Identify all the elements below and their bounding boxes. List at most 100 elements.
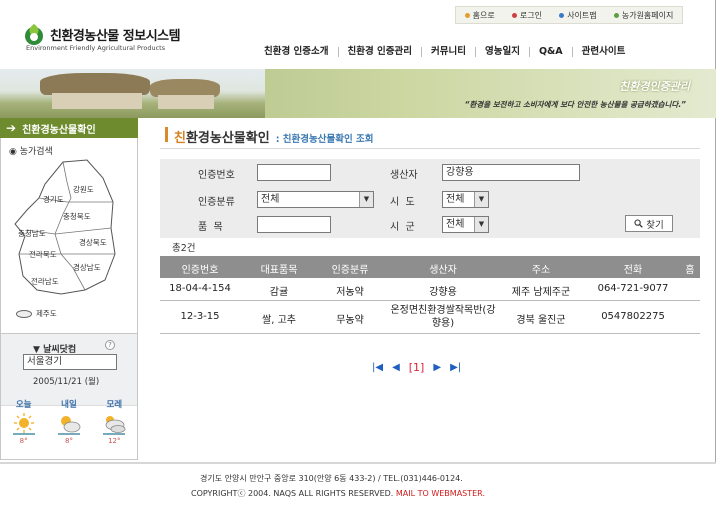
weather-location-select[interactable]: 서울경기 [23, 354, 117, 370]
cell-cert-no: 12-3-15 [180, 311, 220, 322]
weather-date: 2005/11/21 (월) [33, 377, 100, 387]
table-row[interactable]: 18-04-4-154 감귤 저농약 강향용 제주 남제주군 064-721-9… [160, 278, 700, 301]
banner-village-image [0, 69, 265, 118]
col-home: 홈 [685, 265, 695, 276]
cert-type-label: 인증분류 [198, 197, 235, 208]
region-jeonnam[interactable]: 전라남도 [31, 276, 59, 287]
sitemap-link[interactable]: 사이트맵 [559, 10, 597, 21]
weather-widget: ▼ 날씨닷컴 ? 서울경기 2005/11/21 (월) 오늘 8° 내일 8°… [0, 334, 138, 460]
help-icon[interactable]: ? [105, 340, 115, 350]
col-item: 대표품목 [260, 265, 298, 276]
find-button[interactable]: 찾기 [625, 215, 673, 232]
col-type: 인증분류 [331, 265, 369, 276]
region-jeju[interactable]: 제주도 [16, 308, 57, 319]
sidebar-heading: ➔ 친환경농산물확인 [0, 118, 138, 138]
forecast-day-after: 모레 12° [94, 398, 134, 445]
bullet-icon [511, 12, 517, 18]
banner-heading: 친환경인증관리 [619, 80, 690, 93]
chevron-down-icon: ▼ [474, 192, 488, 207]
site-subtitle: Environment Friendly Agricultural Produc… [26, 44, 166, 52]
chevron-down-icon: ▼ [474, 217, 488, 232]
nav-item-related[interactable]: 관련사이트 [571, 47, 635, 57]
arrow-right-icon: ➔ [6, 121, 17, 135]
item-input[interactable] [257, 216, 331, 233]
col-producer: 생산자 [429, 265, 457, 276]
cell-address: 경북 울진군 [516, 315, 566, 326]
nav-item-intro[interactable]: 친환경 인증소개 [255, 47, 338, 57]
bullet-icon [559, 12, 565, 18]
cell-cert-no: 18-04-4-154 [169, 283, 231, 294]
next-page-icon[interactable]: ▶ [433, 362, 441, 373]
map-search-label: ◉ 농가검색 [9, 147, 53, 157]
page-title: 친환경농산물확인 : 친환경농산물확인 조회 [174, 131, 374, 146]
site-logo[interactable]: 친환경농산물 정보시스템 [24, 22, 181, 46]
page-subtitle: : 친환경농산물확인 조회 [275, 134, 374, 145]
sun-cloud-icon [57, 416, 81, 435]
prev-page-icon[interactable]: ◀ [392, 362, 400, 373]
search-form: 인증번호 생산자 강향용 인증분류 전체 ▼ 시 도 전체 ▼ 품 목 시 군 … [160, 159, 700, 238]
pagination: |◀ ◀ [1] ▶ ▶| [372, 361, 461, 374]
sigun-select[interactable]: 전체 ▼ [442, 216, 489, 233]
region-gyeongbuk[interactable]: 경상북도 [79, 237, 107, 248]
cell-producer: 온정면친환경쌀작목반(강 향용) [390, 305, 496, 329]
site-title: 친환경농산물 정보시스템 [50, 28, 181, 44]
result-count: 총2건 [172, 243, 196, 254]
region-gyeonggi[interactable]: 경기도 [43, 194, 64, 205]
utility-bar: 홈으로 로그인 사이트맵 농가원홈페이지 [455, 6, 683, 24]
producer-label: 생산자 [390, 170, 418, 181]
cell-item: 감귤 [269, 287, 289, 298]
nav-item-community[interactable]: 커뮤니티 [421, 47, 475, 57]
first-page-icon[interactable]: |◀ [372, 362, 383, 373]
table-row[interactable]: 12-3-15 쌀, 고추 무농약 온정면친환경쌀작목반(강 향용) 경북 울진… [160, 302, 700, 334]
results-table-header: 인증번호 대표품목 인증분류 생산자 주소 전화 홈 [160, 256, 700, 278]
chevron-down-icon: ▼ [359, 192, 373, 207]
item-label: 품 목 [198, 222, 223, 233]
col-cert-no: 인증번호 [181, 265, 219, 276]
search-icon [634, 219, 644, 228]
region-map: ◉ 농가검색 강원도 경기도 충청북도 충청남도 경상북도 전라북도 경상남도 … [0, 138, 138, 334]
nav-item-diary[interactable]: 영농일지 [474, 47, 529, 57]
producer-input[interactable]: 강향용 [442, 164, 580, 181]
footer-copyright: COPYRIGHTⓒ 2004. NAQS ALL RIGHTS RESERVE… [191, 489, 485, 498]
bullet-icon [613, 12, 619, 18]
leaf-logo-icon [25, 24, 43, 45]
cell-item: 쌀, 고추 [262, 315, 296, 326]
sigun-label: 시 군 [390, 222, 415, 233]
banner-quote: “환경을 보전하고 소비자에게 보다 안전한 농산물을 공급하겠습니다.” [464, 100, 686, 109]
last-page-icon[interactable]: ▶| [450, 362, 461, 373]
cell-phone: 0547802275 [601, 311, 665, 322]
nav-item-cert-mgmt[interactable]: 친환경 인증관리 [337, 47, 422, 57]
col-phone: 전화 [623, 265, 643, 276]
bullet-icon [464, 12, 470, 18]
cert-no-input[interactable] [257, 164, 331, 181]
cloud-icon [103, 416, 126, 435]
forecast-today: 오늘 8° [4, 398, 44, 445]
cell-type: 저농약 [336, 287, 364, 298]
jeju-island-icon [16, 309, 32, 318]
forecast-tomorrow: 내일 8° [49, 398, 89, 445]
region-chungbuk[interactable]: 충청북도 [63, 211, 91, 222]
sun-icon [12, 413, 35, 435]
cell-phone: 064-721-9077 [597, 283, 669, 294]
farmer-page-link[interactable]: 농가원홈페이지 [613, 10, 673, 21]
footer: 경기도 안양시 만안구 중앙로 310(안양 6동 433-2) / TEL.(… [0, 462, 716, 512]
cert-no-label: 인증번호 [198, 170, 235, 181]
cell-producer: 강향용 [429, 287, 457, 298]
current-page[interactable]: [1] [409, 361, 425, 374]
banner: 친환경인증관리 “환경을 보전하고 소비자에게 보다 안전한 농산물을 공급하겠… [0, 69, 716, 118]
footer-address: 경기도 안양시 만안구 중앙로 310(안양 6동 433-2) / TEL.(… [200, 474, 463, 483]
sido-label: 시 도 [390, 197, 415, 208]
sido-select[interactable]: 전체 ▼ [442, 191, 489, 208]
region-jeonbuk[interactable]: 전라북도 [29, 249, 57, 260]
login-link[interactable]: 로그인 [511, 10, 542, 21]
region-gyeongnam[interactable]: 경상남도 [73, 262, 101, 273]
region-gangwon[interactable]: 강원도 [73, 184, 94, 195]
cell-address: 제주 남제주군 [511, 287, 571, 298]
region-chungnam[interactable]: 충청남도 [18, 228, 46, 239]
mail-webmaster-link[interactable]: MAIL TO WEBMASTER. [396, 489, 485, 498]
weather-forecast: 오늘 8° 내일 8° 모레 12° [1, 398, 137, 445]
title-divider [160, 148, 700, 149]
nav-item-qa[interactable]: Q&A [528, 47, 572, 57]
cert-type-select[interactable]: 전체 ▼ [257, 191, 374, 208]
home-link[interactable]: 홈으로 [464, 10, 495, 21]
